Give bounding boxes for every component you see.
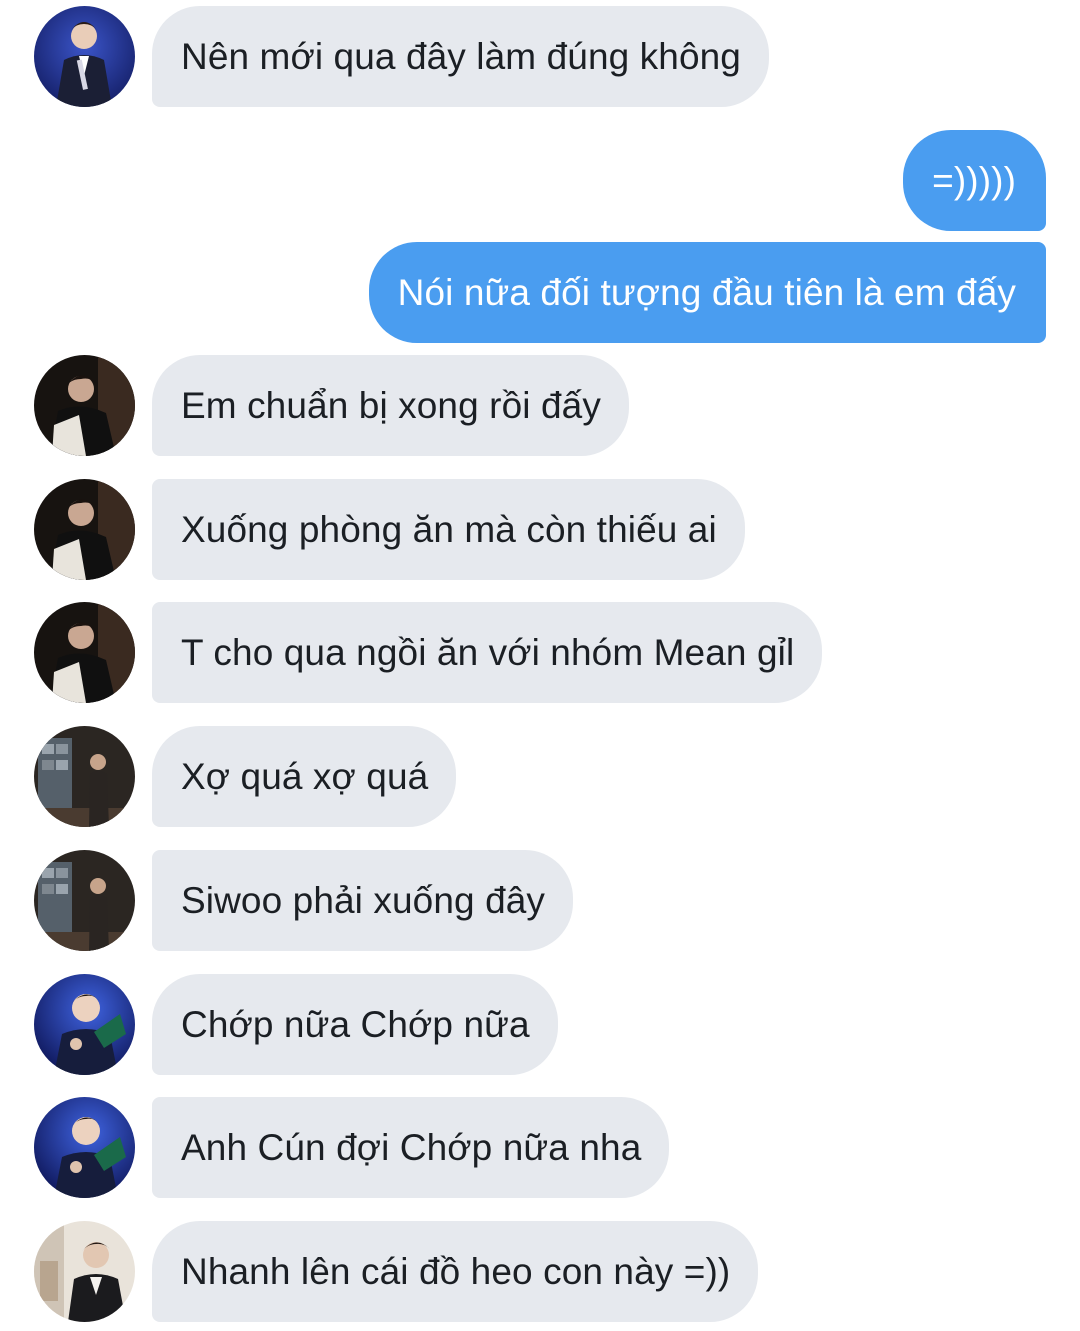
message-bubble[interactable]: Anh Cún đợi Chớp nữa nha	[152, 1097, 670, 1198]
avatar-blue-stage-icon[interactable]	[34, 974, 135, 1075]
avatar-dark-portrait-icon[interactable]	[34, 479, 135, 580]
message-bubble[interactable]: Em chuẩn bị xong rồi đấy	[152, 355, 629, 456]
message-row: Nên mới qua đây làm đúng không	[0, 6, 1080, 107]
message-bubble[interactable]: Xuống phòng ăn mà còn thiếu ai	[152, 479, 745, 580]
message-row: Chớp nữa Chớp nữa	[0, 974, 1080, 1075]
avatar-dark-portrait-icon[interactable]	[34, 602, 135, 703]
message-bubble-outgoing[interactable]: Nói nữa đối tượng đầu tiên là em đấy	[368, 242, 1046, 343]
message-bubble[interactable]: T cho qua ngồi ăn với nhóm Mean gỉl	[152, 602, 823, 703]
message-row: Siwoo phải xuống đây	[0, 850, 1080, 951]
avatar-blue-stage-icon[interactable]	[34, 6, 135, 107]
avatar-blue-stage-icon[interactable]	[34, 1097, 135, 1198]
message-row: Em chuẩn bị xong rồi đấy	[0, 355, 1080, 456]
message-row: Xuống phòng ăn mà còn thiếu ai	[0, 479, 1080, 580]
message-bubble[interactable]: Xợ quá xợ quá	[152, 726, 457, 827]
message-bubble[interactable]: Siwoo phải xuống đây	[152, 850, 574, 951]
message-row: Nhanh lên cái đồ heo con này =))	[0, 1221, 1080, 1322]
avatar-dark-portrait-icon[interactable]	[34, 355, 135, 456]
message-row: Anh Cún đợi Chớp nữa nha	[0, 1097, 1080, 1198]
avatar-room-figure-icon[interactable]	[34, 850, 135, 951]
avatar-light-portrait-icon[interactable]	[34, 1221, 135, 1322]
message-bubble-outgoing[interactable]: =)))))	[903, 130, 1046, 231]
message-bubble[interactable]: Chớp nữa Chớp nữa	[152, 974, 558, 1075]
message-bubble[interactable]: Nhanh lên cái đồ heo con này =))	[152, 1221, 759, 1322]
message-row: T cho qua ngồi ăn với nhóm Mean gỉl	[0, 602, 1080, 703]
message-bubble[interactable]: Nên mới qua đây làm đúng không	[152, 6, 769, 107]
message-row: Xợ quá xợ quá	[0, 726, 1080, 827]
avatar-room-figure-icon[interactable]	[34, 726, 135, 827]
message-row: =)))))	[0, 130, 1080, 231]
message-row: Nói nữa đối tượng đầu tiên là em đấy	[0, 242, 1080, 343]
